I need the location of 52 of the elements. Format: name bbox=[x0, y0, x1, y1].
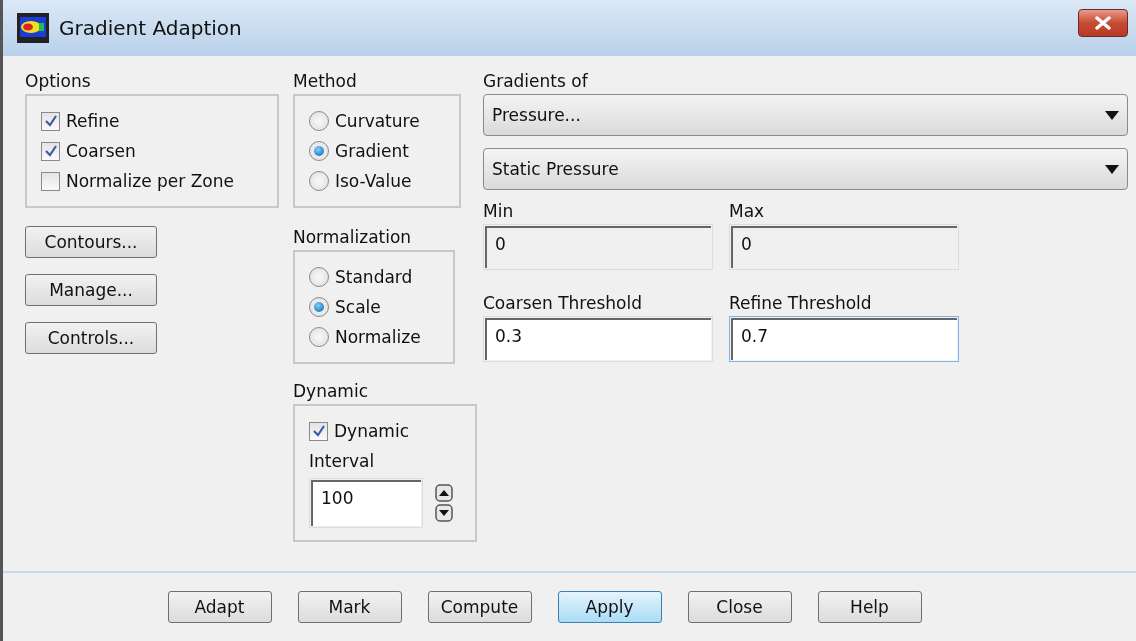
checkbox[interactable] bbox=[41, 171, 60, 191]
caret-icon bbox=[1105, 164, 1119, 174]
spin-up-icon[interactable] bbox=[435, 484, 453, 502]
radio-button[interactable] bbox=[309, 297, 329, 317]
checkbox-label: Normalize per Zone bbox=[66, 170, 234, 193]
caret-icon bbox=[1105, 110, 1119, 120]
checkbox[interactable] bbox=[41, 141, 60, 161]
spin-down-icon[interactable] bbox=[435, 504, 453, 522]
input-field[interactable]: 0.3 bbox=[483, 316, 713, 362]
app-icon bbox=[17, 13, 49, 43]
radio-button[interactable] bbox=[309, 327, 329, 347]
checkbox[interactable] bbox=[41, 111, 60, 131]
group-label: Normalization bbox=[293, 226, 413, 249]
dialog-button[interactable]: Controls... bbox=[25, 322, 157, 354]
close-button[interactable] bbox=[1078, 9, 1128, 37]
radio-label: Gradient bbox=[335, 140, 409, 163]
dialog-button[interactable]: Mark bbox=[297, 591, 402, 623]
radio-button[interactable] bbox=[309, 267, 329, 287]
dialog-button[interactable]: Adapt bbox=[167, 591, 272, 623]
group-label: Gradients of bbox=[483, 70, 589, 93]
radio-label: Standard bbox=[335, 266, 413, 289]
checkbox[interactable] bbox=[309, 421, 328, 441]
checkbox-label: Refine bbox=[66, 110, 120, 133]
field-label: Coarsen Threshold bbox=[483, 292, 643, 315]
dialog-button[interactable]: Manage... bbox=[25, 274, 157, 306]
dialog-button[interactable]: Help bbox=[817, 591, 922, 623]
checkbox-label: Dynamic bbox=[334, 420, 409, 443]
dropdown[interactable]: Static Pressure bbox=[483, 148, 1128, 190]
group-label: Options bbox=[25, 70, 92, 93]
radio-button[interactable] bbox=[309, 171, 329, 191]
dialog-button[interactable]: Close bbox=[687, 591, 792, 623]
radio-label: Iso-Value bbox=[335, 170, 412, 193]
group-label: Dynamic bbox=[293, 380, 369, 403]
group-label: Method bbox=[293, 70, 358, 93]
radio-button[interactable] bbox=[309, 111, 329, 131]
checkbox-label: Coarsen bbox=[66, 140, 136, 163]
field-label: Max bbox=[729, 200, 766, 223]
close-icon bbox=[1094, 16, 1112, 30]
interval-field[interactable]: 100 bbox=[309, 478, 423, 528]
radio-label: Curvature bbox=[335, 110, 420, 133]
input-field[interactable]: 0.7 bbox=[729, 316, 959, 362]
window-title: Gradient Adaption bbox=[59, 16, 243, 40]
field-label: Refine Threshold bbox=[729, 292, 873, 315]
dialog-button[interactable]: Apply bbox=[557, 591, 662, 623]
dialog-button[interactable]: Compute bbox=[427, 591, 532, 623]
radio-label: Normalize bbox=[335, 326, 421, 349]
dialog-button[interactable]: Contours... bbox=[25, 226, 157, 258]
dropdown[interactable]: Pressure... bbox=[483, 94, 1128, 136]
field-label: Min bbox=[483, 200, 515, 223]
field-label: Interval bbox=[309, 450, 376, 473]
radio-button[interactable] bbox=[309, 141, 329, 161]
radio-label: Scale bbox=[335, 296, 381, 319]
